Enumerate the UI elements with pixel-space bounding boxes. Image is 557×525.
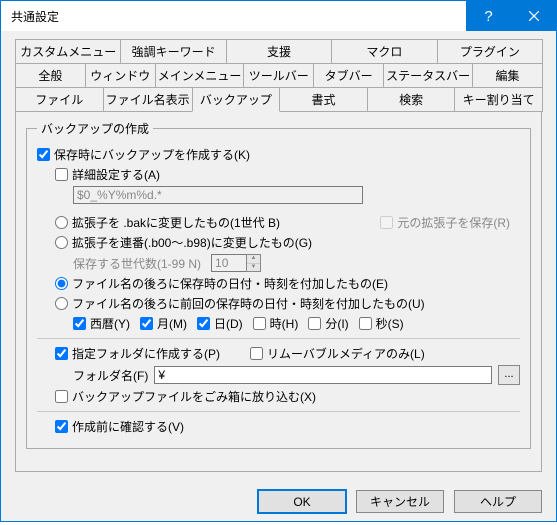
cancel-button[interactable]: キャンセル: [356, 490, 444, 513]
confirm-input[interactable]: [55, 420, 68, 433]
backup-creation-group: バックアップの作成 保存時にバックアップを作成する(K) 詳細設定する(A): [26, 120, 531, 449]
tab-key-assign[interactable]: キー割り当て: [454, 88, 543, 112]
radio-prev-datetime-input[interactable]: [55, 297, 68, 310]
tab-format[interactable]: 書式: [279, 88, 368, 112]
trash-checkbox[interactable]: バックアップファイルをごみ箱に放り込む(X): [55, 388, 316, 405]
removable-only-input[interactable]: [250, 347, 263, 360]
close-titlebar-button[interactable]: [511, 1, 556, 31]
tab-main-menu[interactable]: メインメニュー: [155, 64, 245, 88]
ok-button[interactable]: OK: [258, 490, 346, 513]
settings-window: 共通設定 ? カスタムメニュー 強調キーワード 支援 マクロ プラグイン 全般 …: [0, 0, 557, 522]
tab-toolbar[interactable]: ツールバー: [243, 64, 314, 88]
dialog-buttons: OK キャンセル ヘルプ: [1, 482, 556, 525]
dest-folder-checkbox[interactable]: 指定フォルダに作成する(P): [55, 345, 220, 362]
tab-plugin[interactable]: プラグイン: [437, 39, 543, 64]
tabs: カスタムメニュー 強調キーワード 支援 マクロ プラグイン 全般 ウィンドウ メ…: [15, 39, 542, 472]
detail-set-checkbox[interactable]: 詳細設定する(A): [55, 166, 160, 183]
save-orig-ext-label: 元の拡張子を保存(R): [397, 214, 510, 231]
window-title: 共通設定: [11, 8, 466, 25]
month-label: 月(M): [157, 315, 187, 332]
tab-window[interactable]: ウィンドウ: [85, 64, 156, 88]
tab-filename-display[interactable]: ファイル名表示: [103, 88, 193, 112]
detail-set-label: 詳細設定する(A): [72, 166, 160, 183]
create-on-save-label: 保存時にバックアップを作成する(K): [54, 146, 250, 163]
spin-up-icon: ▲: [247, 255, 260, 264]
close-icon: [529, 11, 539, 21]
tab-backup[interactable]: バックアップ: [192, 88, 281, 112]
save-orig-ext-input: [380, 216, 393, 229]
removable-only-label: リムーバブルメディアのみ(L): [267, 345, 425, 362]
browse-folder-button[interactable]: ...: [498, 365, 520, 385]
tab-custom-menu[interactable]: カスタムメニュー: [15, 39, 121, 64]
day-checkbox[interactable]: 日(D): [197, 315, 243, 332]
spin-down-icon: ▼: [247, 264, 260, 272]
tab-row-3: ファイル ファイル名表示 バックアップ 書式 検索 キー割り当て: [15, 88, 542, 112]
second-checkbox[interactable]: 秒(S): [359, 315, 404, 332]
help-titlebar-button[interactable]: ?: [466, 1, 511, 31]
radio-bak-input[interactable]: [55, 216, 68, 229]
separator-1: [37, 338, 520, 339]
radio-bak-label: 拡張子を .bakに変更したもの(1世代 B): [72, 214, 280, 231]
radio-save-datetime-input[interactable]: [55, 277, 68, 290]
radio-prev-datetime[interactable]: ファイル名の後ろに前回の保存時の日付・時刻を付加したもの(U): [55, 295, 425, 312]
day-label: 日(D): [214, 315, 243, 332]
folder-label: フォルダ名(F): [73, 367, 148, 384]
radio-save-datetime-label: ファイル名の後ろに保存時の日付・時刻を付加したもの(E): [72, 275, 388, 292]
minute-label: 分(I): [325, 315, 348, 332]
gen-count-input: [211, 254, 247, 272]
create-on-save-checkbox[interactable]: 保存時にバックアップを作成する(K): [37, 146, 250, 163]
gen-count-spinner: ▲ ▼: [246, 254, 261, 272]
tab-file[interactable]: ファイル: [15, 88, 104, 112]
confirm-checkbox[interactable]: 作成前に確認する(V): [55, 418, 184, 435]
radio-bak[interactable]: 拡張子を .bakに変更したもの(1世代 B): [55, 214, 280, 231]
tab-row-1: カスタムメニュー 強調キーワード 支援 マクロ プラグイン: [15, 39, 542, 64]
folder-path-input[interactable]: [154, 366, 492, 384]
year-input[interactable]: [73, 317, 86, 330]
group-legend: バックアップの作成: [37, 120, 153, 137]
hour-checkbox[interactable]: 時(H): [253, 315, 299, 332]
titlebar: 共通設定 ?: [1, 1, 556, 31]
confirm-label: 作成前に確認する(V): [72, 418, 184, 435]
removable-only-checkbox[interactable]: リムーバブルメディアのみ(L): [250, 345, 425, 362]
month-checkbox[interactable]: 月(M): [140, 315, 187, 332]
help-button[interactable]: ヘルプ: [454, 490, 542, 513]
second-input[interactable]: [359, 317, 372, 330]
tab-search[interactable]: 検索: [367, 88, 456, 112]
radio-prev-datetime-label: ファイル名の後ろに前回の保存時の日付・時刻を付加したもの(U): [72, 295, 425, 312]
radio-seq-label: 拡張子を連番(.b00～.b98)に変更したもの(G): [72, 234, 312, 251]
tab-highlight-keyword[interactable]: 強調キーワード: [120, 39, 226, 64]
radio-save-datetime[interactable]: ファイル名の後ろに保存時の日付・時刻を付加したもの(E): [55, 275, 388, 292]
year-checkbox[interactable]: 西暦(Y): [73, 315, 130, 332]
create-on-save-input[interactable]: [37, 148, 50, 161]
dest-folder-label: 指定フォルダに作成する(P): [72, 345, 220, 362]
year-label: 西暦(Y): [90, 315, 130, 332]
radio-seq[interactable]: 拡張子を連番(.b00～.b98)に変更したもの(G): [55, 234, 312, 251]
detail-set-input[interactable]: [55, 168, 68, 181]
content-area: カスタムメニュー 強調キーワード 支援 マクロ プラグイン 全般 ウィンドウ メ…: [1, 31, 556, 482]
tab-macro[interactable]: マクロ: [331, 39, 437, 64]
tab-tabbar[interactable]: タブバー: [313, 64, 384, 88]
tab-support[interactable]: 支援: [226, 39, 332, 64]
detail-pattern-input: [73, 186, 363, 204]
radio-seq-input[interactable]: [55, 236, 68, 249]
tab-general[interactable]: 全般: [15, 64, 86, 88]
minute-input[interactable]: [308, 317, 321, 330]
tab-edit[interactable]: 編集: [472, 64, 543, 88]
save-orig-ext-checkbox: 元の拡張子を保存(R): [380, 214, 510, 231]
gen-label: 保存する世代数(1-99 N): [73, 255, 201, 272]
tab-statusbar[interactable]: ステータスバー: [383, 64, 473, 88]
month-input[interactable]: [140, 317, 153, 330]
dest-folder-input[interactable]: [55, 347, 68, 360]
minute-checkbox[interactable]: 分(I): [308, 315, 348, 332]
hour-input[interactable]: [253, 317, 266, 330]
second-label: 秒(S): [376, 315, 404, 332]
day-input[interactable]: [197, 317, 210, 330]
tab-panel-backup: バックアップの作成 保存時にバックアップを作成する(K) 詳細設定する(A): [15, 112, 542, 472]
tab-row-2: 全般 ウィンドウ メインメニュー ツールバー タブバー ステータスバー 編集: [15, 64, 542, 88]
trash-label: バックアップファイルをごみ箱に放り込む(X): [72, 388, 316, 405]
trash-input[interactable]: [55, 390, 68, 403]
separator-2: [37, 411, 520, 412]
hour-label: 時(H): [270, 315, 299, 332]
